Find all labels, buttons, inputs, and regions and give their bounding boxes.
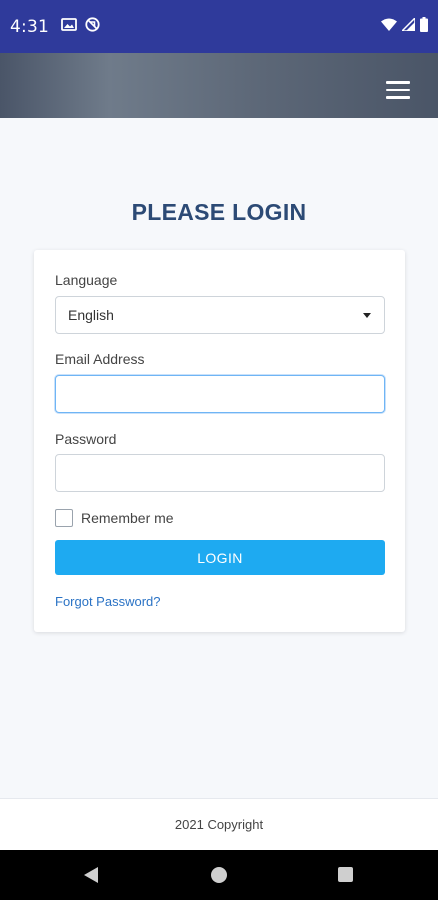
email-input[interactable]: [55, 375, 385, 413]
signal-icon: [400, 15, 416, 36]
login-card: Language English Email Address Password …: [34, 250, 405, 632]
remember-me-label[interactable]: Remember me: [81, 510, 174, 526]
footer: 2021 Copyright: [0, 798, 438, 850]
password-input[interactable]: [55, 454, 385, 492]
gallery-icon: [61, 17, 77, 36]
page-title: PLEASE LOGIN: [131, 199, 307, 225]
language-label: Language: [55, 272, 118, 288]
system-nav-bar: [0, 850, 438, 900]
caret-down-icon: [363, 313, 371, 318]
wifi-icon: [381, 18, 397, 36]
remember-me-checkbox[interactable]: [55, 509, 73, 527]
copyright-text: 2021 Copyright: [174, 817, 264, 832]
back-icon[interactable]: [84, 867, 98, 883]
forgot-password-link[interactable]: Forgot Password?: [55, 594, 161, 609]
hamburger-menu-icon[interactable]: [386, 81, 412, 101]
no-sync-icon: [85, 16, 100, 37]
language-select-value: English: [68, 307, 114, 323]
battery-icon: [420, 16, 428, 37]
login-button[interactable]: LOGIN: [55, 540, 385, 575]
status-bar: 4:31: [0, 0, 438, 53]
status-left-icons: [61, 16, 100, 37]
status-time: 4:31: [10, 16, 49, 37]
email-label: Email Address: [55, 351, 145, 367]
app-header: [0, 53, 438, 118]
language-select[interactable]: English: [55, 296, 385, 334]
recents-icon[interactable]: [338, 867, 353, 882]
home-icon[interactable]: [211, 867, 227, 883]
password-label: Password: [55, 431, 117, 447]
status-right-icons: [381, 15, 428, 37]
